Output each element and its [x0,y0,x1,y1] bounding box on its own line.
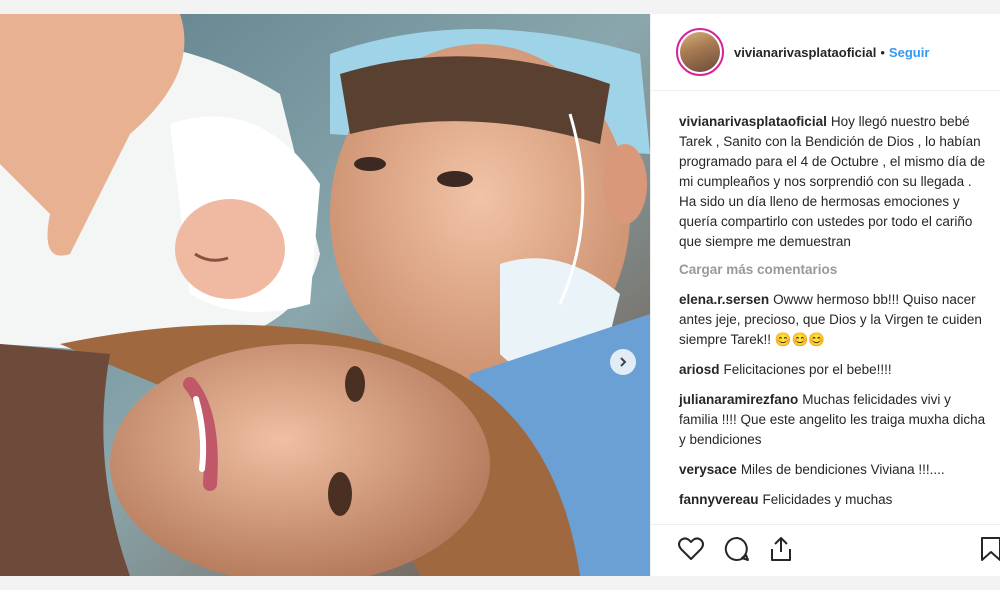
comment-text: Miles de bendiciones Viviana !!!.... [740,462,945,477]
comment-item: elena.r.sersen Owww hermoso bb!!! Quiso n… [679,290,989,350]
caption-username[interactable]: vivianarivasplataoficial [679,114,827,129]
comment-username[interactable]: ariosd [679,362,720,377]
share-button[interactable] [767,535,797,565]
post-side-panel: vivianarivasplataoficial • Seguir vivian… [650,14,1000,576]
comment-item: fannyvereau Felicidades y muchas [679,490,989,510]
load-more-comments-button[interactable]: Cargar más comentarios [679,260,989,280]
save-button[interactable] [977,535,1000,565]
comment-username[interactable]: julianaramirezfano [679,392,798,407]
comment-username[interactable]: verysace [679,462,737,477]
photo-illustration [0,14,650,576]
comment-text: Felicidades y muchas [762,492,893,507]
comment-item: julianaramirezfano Muchas felicidades viv… [679,390,989,450]
follow-button[interactable]: Seguir [889,45,929,60]
separator-dot: • [880,44,885,60]
comments-section: vivianarivasplataoficial Hoy llegó nuestr… [679,112,989,520]
bookmark-icon [981,537,1000,561]
comment-icon [724,536,749,561]
avatar[interactable] [676,28,724,76]
heart-icon [678,537,704,560]
comment-item: verysace Miles de bendiciones Viviana !!!… [679,460,989,480]
comment-button[interactable] [723,535,753,565]
next-photo-button[interactable] [610,349,636,375]
action-bar [651,524,1000,576]
comment-username[interactable]: fannyvereau [679,492,759,507]
post-header: vivianarivasplataoficial • Seguir [651,14,1000,91]
comment-text: Felicitaciones por el bebe!!!! [723,362,892,377]
comment-item: ariosd Felicitaciones por el bebe!!!! [679,360,989,380]
post-username[interactable]: vivianarivasplataoficial [734,45,876,60]
chevron-right-icon [620,357,627,367]
like-button[interactable] [677,535,707,565]
screenshot-frame: vivianarivasplataoficial • Seguir vivian… [0,0,1000,590]
comment-username[interactable]: elena.r.sersen [679,292,769,307]
avatar-image [680,32,720,72]
share-icon [771,537,791,561]
post-photo[interactable] [0,14,650,576]
post-caption: vivianarivasplataoficial Hoy llegó nuestr… [679,112,989,252]
caption-text: Hoy llegó nuestro bebé Tarek , Sanito co… [679,114,986,249]
